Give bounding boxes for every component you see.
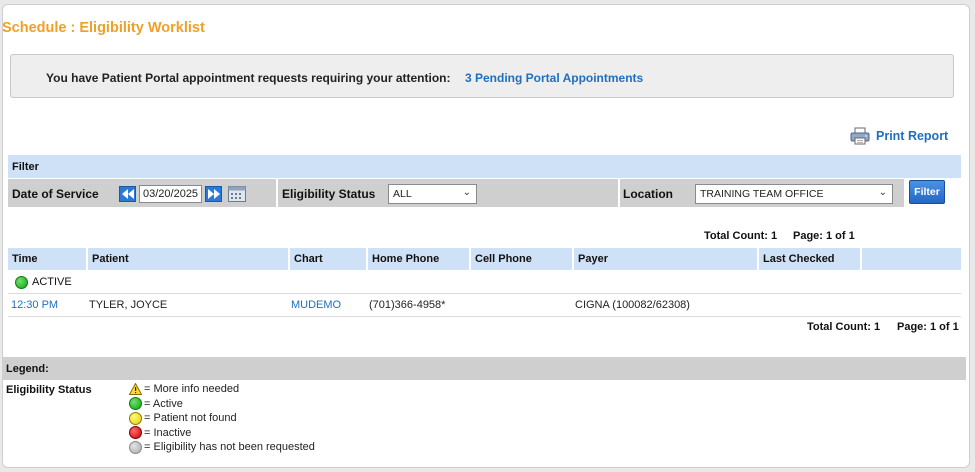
date-of-service-label: Date of Service (12, 187, 99, 201)
fast-forward-icon (207, 189, 220, 199)
appointment-time-link[interactable]: 12:30 PM (11, 299, 58, 311)
total-count-bottom: Total Count: 1 (807, 321, 881, 333)
payer: CIGNA (100082/62308) (575, 299, 690, 311)
pending-appointments-link[interactable]: 3 Pending Portal Appointments (465, 71, 643, 85)
table-header: Time Patient Chart Home Phone Cell Phone… (8, 248, 961, 270)
filter-header: Filter (8, 155, 961, 178)
column-home-phone[interactable]: Home Phone (366, 248, 469, 270)
filter-button[interactable]: Filter (909, 180, 945, 204)
chevron-down-icon: ⌄ (878, 187, 887, 198)
legend-header: Legend: (2, 357, 966, 380)
legend-text: = Eligibility has not been requested (144, 441, 315, 454)
legend-item: = More info needed (129, 382, 315, 397)
column-last-checked[interactable]: Last Checked (757, 248, 860, 270)
yellow-dot-icon (129, 411, 142, 425)
total-count-top: Total Count: 1 (704, 230, 778, 242)
page-indicator-bottom: Page: 1 of 1 (897, 321, 959, 333)
legend-text: = More info needed (144, 383, 240, 396)
legend-text: = Active (144, 397, 183, 410)
red-dot-icon (129, 426, 142, 440)
printer-icon (850, 127, 870, 145)
legend-title: Eligibility Status (6, 384, 92, 396)
legend-text: = Inactive (144, 426, 192, 439)
legend-item: = Patient not found (129, 411, 315, 426)
patient-name: TYLER, JOYCE (89, 299, 168, 311)
chevron-down-icon: ⌄ (462, 187, 471, 198)
portal-notice: You have Patient Portal appointment requ… (10, 54, 954, 98)
chart-link[interactable]: MUDEMO (291, 299, 341, 311)
rewind-icon (121, 189, 134, 199)
group-label: ACTIVE (32, 276, 72, 288)
print-report-label: Print Report (876, 129, 949, 143)
calendar-icon[interactable] (228, 186, 246, 202)
group-row-active: ACTIVE (8, 271, 961, 293)
column-chart[interactable]: Chart (288, 248, 366, 270)
gray-dot-icon (129, 440, 142, 454)
location-filter-cell: Location TRAINING TEAM OFFICE ⌄ (620, 179, 904, 207)
home-phone: (701)366-4958* (369, 299, 446, 311)
legend-text: = Patient not found (144, 412, 237, 425)
green-dot-icon (129, 397, 142, 411)
table-row[interactable]: 12:30 PM TYLER, JOYCE MUDEMO (701)366-49… (8, 293, 961, 317)
location-value: TRAINING TEAM OFFICE (700, 188, 824, 200)
eligibility-status-value: ALL (393, 188, 412, 200)
date-filter-cell: Date of Service 03/20/2025 (8, 179, 276, 207)
print-report-button[interactable]: Print Report (850, 126, 948, 146)
column-time[interactable]: Time (8, 248, 86, 270)
location-select[interactable]: TRAINING TEAM OFFICE ⌄ (695, 184, 893, 204)
column-extra (860, 248, 961, 270)
filter-row: Date of Service 03/20/2025 Eligibility S… (8, 178, 961, 208)
column-patient[interactable]: Patient (86, 248, 288, 270)
next-date-button[interactable] (205, 186, 222, 202)
column-cell-phone[interactable]: Cell Phone (469, 248, 572, 270)
location-label: Location (623, 187, 673, 201)
green-dot-icon (15, 275, 28, 289)
previous-date-button[interactable] (119, 186, 136, 202)
eligibility-status-label: Eligibility Status (282, 187, 376, 201)
portal-message: You have Patient Portal appointment requ… (46, 71, 451, 85)
legend-item: = Inactive (129, 426, 315, 441)
legend-list: = More info needed = Active = Patient no… (129, 382, 315, 455)
date-of-service-input[interactable]: 03/20/2025 (139, 185, 202, 203)
page-indicator-top: Page: 1 of 1 (793, 230, 855, 242)
page-title: Schedule : Eligibility Worklist (2, 20, 205, 36)
warning-icon (129, 383, 142, 396)
legend-item: = Eligibility has not been requested (129, 440, 315, 455)
status-filter-cell: Eligibility Status ALL ⌄ (278, 179, 618, 207)
legend-item: = Active (129, 397, 315, 412)
eligibility-status-select[interactable]: ALL ⌄ (388, 184, 477, 204)
column-payer[interactable]: Payer (572, 248, 757, 270)
